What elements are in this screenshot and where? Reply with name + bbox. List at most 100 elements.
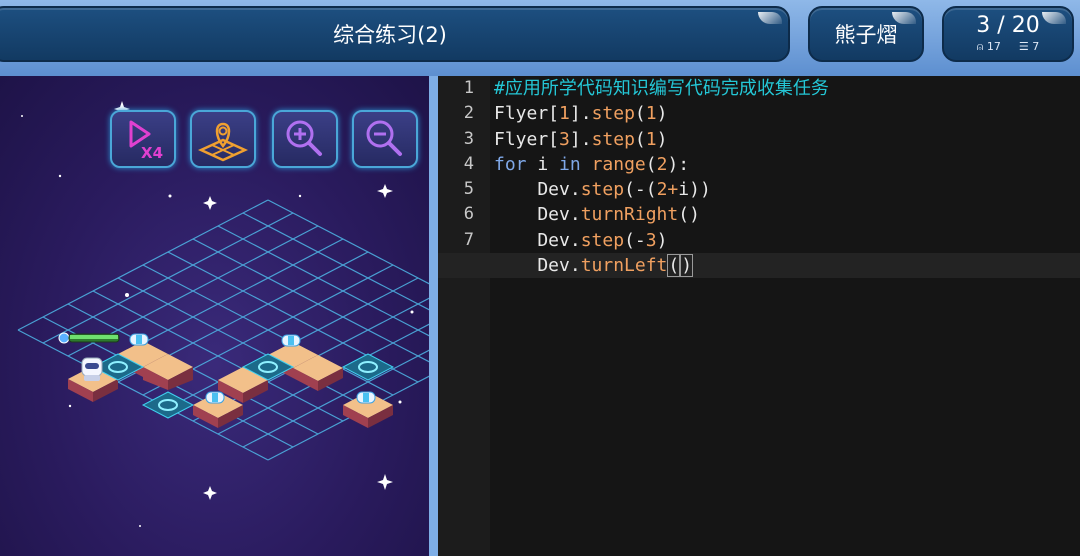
line-number: 6: [463, 204, 474, 225]
gloss-decoration: [1042, 12, 1066, 24]
code-token: turnLeft: [580, 255, 668, 277]
code-line[interactable]: for i in range(2):: [494, 152, 1080, 177]
code-token: Flyer[: [494, 128, 560, 150]
list-icon: ☰: [1018, 40, 1029, 53]
tiles-layer: [68, 341, 393, 428]
progress-count: 3 / 20: [976, 13, 1040, 38]
speed-x4-button[interactable]: X4: [110, 110, 176, 168]
line-number: 5: [463, 179, 474, 200]
star-icon: [377, 474, 393, 490]
code-token: (: [645, 153, 657, 175]
energy-capsule-icon: [129, 333, 149, 346]
health-bar: [58, 332, 120, 344]
fire-icon: ⍝: [976, 40, 984, 53]
code-line[interactable]: Dev.step(-3): [494, 228, 1080, 253]
code-token: Dev.: [494, 255, 581, 277]
list-count: 7: [1032, 40, 1040, 53]
code-token: step: [591, 128, 635, 150]
star-icon: [377, 184, 393, 198]
code-token: for: [494, 153, 527, 175]
code-token: ): [680, 254, 694, 278]
zoom-in-button[interactable]: [272, 110, 338, 168]
game-viewport[interactable]: X4: [0, 76, 429, 556]
code-token: 2: [656, 153, 668, 175]
grid-line: [217, 225, 429, 337]
portal-pad-icon: [341, 353, 395, 381]
progress-badge[interactable]: 3 / 20 ⍝ 17 ☰ 7: [942, 6, 1074, 62]
line-number: 4: [463, 153, 474, 174]
code-line[interactable]: Dev.step(-(2+i)): [494, 177, 1080, 202]
code-line[interactable]: #应用所学代码知识编写代码完成收集任务: [494, 76, 1080, 101]
line-number: 1: [463, 78, 474, 98]
code-token: Dev.: [494, 204, 581, 226]
code-token: step: [591, 103, 635, 125]
energy-capsule-icon: [356, 391, 376, 404]
code-line[interactable]: Flyer[3].step(1): [494, 127, 1080, 152]
code-token: ].: [569, 103, 592, 125]
code-token: Dev.: [494, 229, 581, 251]
code-token: i)): [678, 179, 711, 201]
code-token: 3: [559, 128, 570, 150]
code-token: Flyer[: [494, 103, 560, 125]
code-token: (: [634, 103, 646, 125]
code-token: step: [580, 179, 625, 201]
code-editor[interactable]: 12345678 #应用所学代码知识编写代码完成收集任务Flyer[1].ste…: [438, 76, 1080, 556]
line-number: 2: [463, 103, 474, 124]
code-token: 3: [645, 229, 657, 251]
zoom-in-icon: [286, 120, 322, 156]
code-token: (-: [624, 229, 646, 251]
grid-line: [242, 212, 429, 311]
grid-line: [242, 349, 429, 448]
code-area[interactable]: #应用所学代码知识编写代码完成收集任务 Flyer[1].step(1) Flyer…: [494, 76, 1080, 278]
user-name-badge: 熊子熠: [808, 6, 924, 62]
level-title: 综合练习(2): [0, 6, 790, 62]
star-icon: [203, 486, 217, 500]
code-token: 2: [656, 179, 668, 201]
code-line[interactable]: Dev.turnLeft(): [494, 253, 1080, 278]
zoom-out-icon: [366, 120, 402, 156]
code-token: in: [559, 153, 581, 175]
code-token: ): [656, 229, 668, 251]
code-token: i: [526, 153, 560, 175]
speed-icon: X4: [129, 120, 163, 162]
user-name: 熊子熠: [834, 23, 898, 47]
code-token: (: [667, 254, 681, 278]
code-token: 1: [645, 103, 657, 125]
grid-line: [192, 238, 429, 363]
map-locate-button[interactable]: [190, 110, 256, 168]
code-token: (-(: [624, 179, 657, 201]
line-number: 7: [463, 229, 474, 250]
code-token: ):: [667, 153, 690, 175]
code-token: 1: [645, 128, 657, 150]
code-token: ): [656, 128, 668, 150]
code-line[interactable]: Flyer[1].step(1): [494, 101, 1080, 126]
likes-stat: ⍝ 17: [977, 40, 1001, 54]
list-stat: ☰ 7: [1019, 40, 1039, 54]
code-token: turnRight: [580, 204, 679, 226]
star-icon: [203, 196, 217, 210]
robot-character-icon: [81, 357, 103, 381]
speed-label: X4: [141, 144, 163, 162]
code-token: step: [580, 229, 625, 251]
map-pin-icon: [197, 122, 249, 162]
energy-capsule-icon: [205, 391, 225, 404]
code-token: Dev.: [494, 179, 581, 201]
code-token: #应用所学代码知识编写代码完成收集任务: [494, 78, 829, 99]
line-number-gutter: 12345678: [438, 76, 490, 556]
zoom-out-button[interactable]: [352, 110, 418, 168]
code-token: +: [667, 179, 679, 201]
energy-capsule-icon: [281, 334, 301, 347]
line-number: 3: [463, 128, 474, 149]
portal-pad-icon: [141, 391, 195, 419]
code-token: (: [634, 128, 646, 150]
gloss-decoration: [758, 12, 782, 24]
panel-divider[interactable]: [429, 76, 438, 556]
code-token: (): [678, 204, 700, 226]
progress-stats: ⍝ 17 ☰ 7: [977, 40, 1039, 54]
code-line[interactable]: Dev.turnRight(): [494, 202, 1080, 227]
level-title-text: 综合练习(2): [333, 23, 447, 47]
code-token: ].: [569, 128, 592, 150]
code-token: 1: [559, 103, 570, 125]
code-token: range: [591, 153, 646, 175]
